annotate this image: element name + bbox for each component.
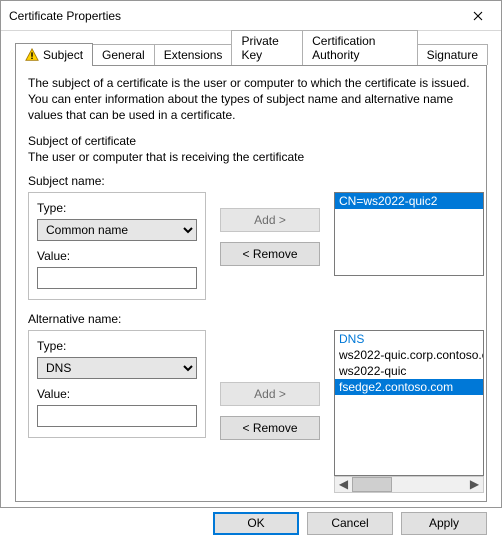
alt-value-label: Value:	[37, 387, 197, 401]
tab-panel-subject: The subject of a certificate is the user…	[15, 65, 487, 502]
list-item[interactable]: ws2022-quic	[335, 363, 483, 379]
close-icon	[473, 11, 483, 21]
close-button[interactable]	[455, 1, 501, 31]
tab-subject[interactable]: Subject	[15, 43, 93, 66]
alt-type-select[interactable]: DNS	[37, 357, 197, 379]
section-sub: The user or computer that is receiving t…	[28, 150, 474, 164]
alt-type-label: Type:	[37, 339, 197, 353]
subject-remove-button[interactable]: < Remove	[220, 242, 320, 266]
list-header: DNS	[335, 331, 483, 347]
subject-name-listbox[interactable]: CN=ws2022-quic2	[334, 192, 484, 276]
apply-button[interactable]: Apply	[401, 512, 487, 535]
subject-description: The subject of a certificate is the user…	[28, 75, 474, 124]
section-heading: Subject of certificate	[28, 134, 474, 148]
alt-name-listbox[interactable]: DNS ws2022-quic.corp.contoso.com ws2022-…	[334, 330, 484, 476]
scroll-track[interactable]	[352, 477, 466, 492]
list-item[interactable]: CN=ws2022-quic2	[335, 193, 483, 209]
titlebar: Certificate Properties	[1, 1, 501, 31]
warning-icon	[25, 48, 39, 62]
tabstrip: Subject General Extensions Private Key C…	[15, 41, 487, 65]
alt-remove-button[interactable]: < Remove	[220, 416, 320, 440]
tab-private-key-label: Private Key	[241, 34, 293, 62]
tab-signature[interactable]: Signature	[417, 44, 488, 65]
list-item[interactable]: ws2022-quic.corp.contoso.com	[335, 347, 483, 363]
subject-add-button[interactable]: Add >	[220, 208, 320, 232]
subject-value-input[interactable]	[37, 267, 197, 289]
dialog-button-row: OK Cancel Apply	[1, 502, 501, 535]
subject-name-box: Type: Common name Value:	[28, 192, 206, 300]
cancel-button[interactable]: Cancel	[307, 512, 393, 535]
scroll-right-icon[interactable]: ▶	[466, 477, 483, 492]
tab-ca-label: Certification Authority	[312, 34, 408, 62]
ok-button[interactable]: OK	[213, 512, 299, 535]
subject-type-select[interactable]: Common name	[37, 219, 197, 241]
alt-name-box: Type: DNS Value:	[28, 330, 206, 438]
scroll-thumb[interactable]	[352, 477, 392, 492]
tab-subject-label: Subject	[43, 48, 83, 62]
alt-list-hscrollbar[interactable]: ◀ ▶	[334, 476, 484, 493]
tab-general-label: General	[102, 48, 145, 62]
tab-general[interactable]: General	[92, 44, 155, 65]
tab-private-key[interactable]: Private Key	[231, 30, 303, 65]
alt-value-input[interactable]	[37, 405, 197, 427]
scroll-left-icon[interactable]: ◀	[335, 477, 352, 492]
tab-extensions-label: Extensions	[164, 48, 223, 62]
subject-name-label: Subject name:	[28, 174, 474, 188]
tab-signature-label: Signature	[427, 48, 478, 62]
subject-value-label: Value:	[37, 249, 197, 263]
alt-name-label: Alternative name:	[28, 312, 474, 326]
alt-add-button[interactable]: Add >	[220, 382, 320, 406]
window-title: Certificate Properties	[9, 9, 455, 23]
tab-ca[interactable]: Certification Authority	[302, 30, 418, 65]
tab-extensions[interactable]: Extensions	[154, 44, 233, 65]
list-item[interactable]: fsedge2.contoso.com	[335, 379, 483, 395]
subject-type-label: Type:	[37, 201, 197, 215]
